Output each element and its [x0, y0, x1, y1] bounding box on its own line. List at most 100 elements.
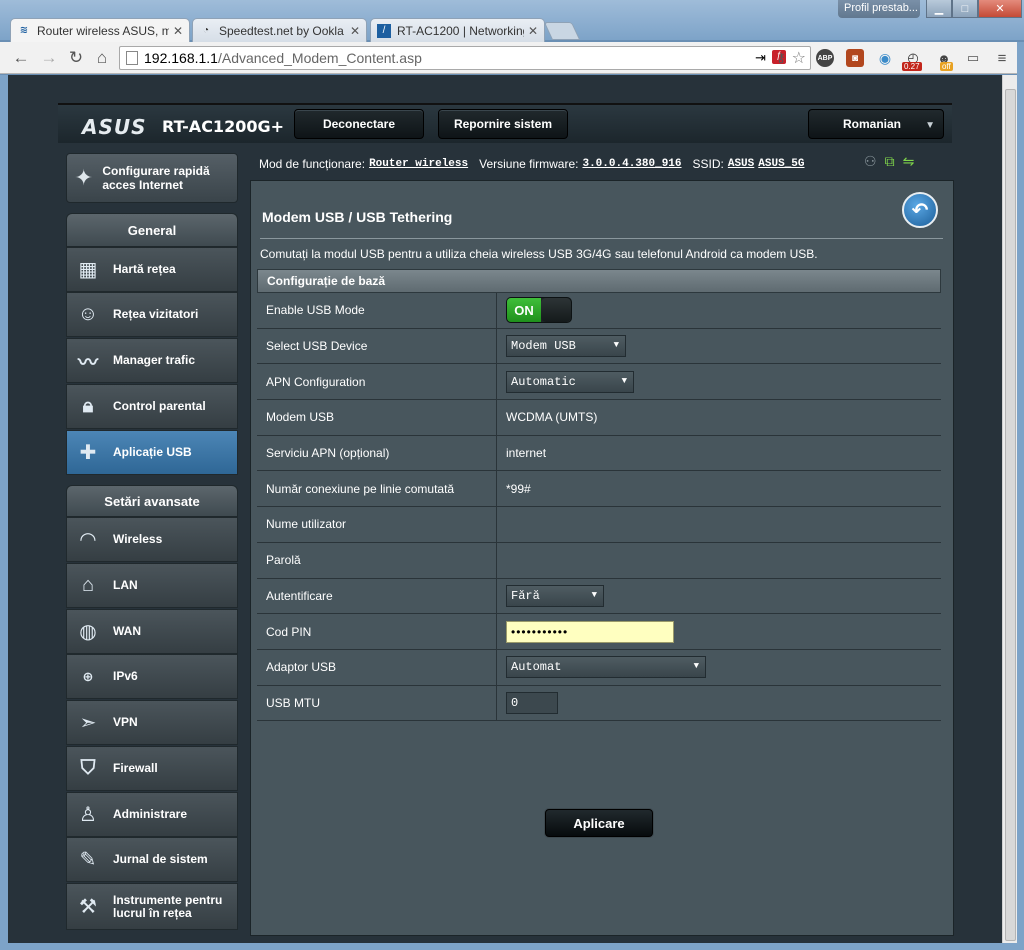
sidebar-item-parental-control[interactable]: 🔒︎ Control parental	[66, 384, 238, 429]
back-button[interactable]: ↶	[902, 192, 938, 228]
camera-icon[interactable]: ◉	[876, 49, 894, 67]
clients-icon[interactable]: ⚇	[864, 153, 877, 170]
close-tab-icon[interactable]: ✕	[350, 24, 360, 38]
title-divider	[260, 238, 943, 239]
cast-icon[interactable]: ▭	[964, 49, 982, 67]
section-header: Configurație de bază	[257, 269, 941, 293]
sidebar-item-guest-network[interactable]: ☺ Rețea vizitatori	[66, 292, 238, 337]
sidebar-item-network-map[interactable]: ▦ Hartă rețea	[66, 247, 238, 292]
sidebar-item-label: LAN	[113, 578, 138, 592]
pin-icon[interactable]: ⇥	[755, 50, 766, 66]
address-bar[interactable]: 192.168.1.1/Advanced_Modem_Content.asp ⇥…	[119, 46, 811, 70]
sidebar-item-network-tools[interactable]: ⚒ Instrumente pentru lucrul în rețea	[66, 883, 238, 930]
minimize-button[interactable]: ▁	[926, 0, 952, 18]
tab-router[interactable]: ≋ Router wireless ASUS, mo ✕	[10, 18, 190, 42]
window-frame-right	[1017, 42, 1024, 950]
quick-internet-setup[interactable]: ✦ Configurare rapidă acces Internet	[66, 153, 238, 203]
chevron-down-icon: ▼	[613, 340, 619, 351]
close-window-button[interactable]: ✕	[978, 0, 1022, 18]
apply-button[interactable]: Aplicare	[545, 809, 653, 837]
reload-icon[interactable]: ↻	[65, 47, 87, 69]
table-row: Adaptor USB Automat ▼	[257, 649, 941, 686]
status-icons: ⚇ ⧉ ⇋	[864, 153, 914, 170]
sidebar-item-vpn[interactable]: ➣ VPN	[66, 700, 238, 745]
ssid-link-5g[interactable]: ASUS_5G	[758, 158, 804, 170]
usb-adapter-select[interactable]: Automat ▼	[506, 656, 706, 679]
status-bar: Mod de funcționare: Router wireless Vers…	[252, 149, 952, 179]
new-tab-button[interactable]	[543, 22, 581, 40]
network-tools-icon: ⚒	[79, 896, 97, 918]
usb-device-select[interactable]: Modem USB ▼	[506, 335, 626, 358]
key-icon[interactable]: ⚷	[772, 49, 790, 67]
usb-status-icon[interactable]: ⇋	[903, 153, 915, 170]
instagram-icon[interactable]: ◙	[846, 49, 864, 67]
close-tab-icon[interactable]: ✕	[173, 24, 183, 38]
close-tab-icon[interactable]: ✕	[528, 24, 538, 38]
operation-mode-link[interactable]: Router wireless	[369, 158, 468, 170]
advanced-section-title: Setări avansate	[66, 485, 238, 517]
ssid-link-24[interactable]: ASUS	[728, 158, 754, 170]
bookmark-star-icon[interactable]: ☆	[792, 48, 806, 68]
sidebar-item-firewall[interactable]: ⛉ Firewall	[66, 746, 238, 791]
enable-usb-mode-toggle[interactable]: ON	[506, 297, 572, 324]
tab-label: RT-AC1200 | Networking |	[397, 23, 524, 38]
pin-code-field[interactable]: •••••••••••	[506, 620, 674, 643]
table-row: Parolă	[257, 542, 941, 579]
sidebar-item-wan[interactable]: ◍ WAN	[66, 609, 238, 654]
sidebar-item-lan[interactable]: ⌂ LAN	[66, 563, 238, 608]
profile-button[interactable]: Profil prestab...	[838, 0, 920, 18]
row-label: Parolă	[257, 542, 497, 578]
sidebar-item-wireless[interactable]: ◠ Wireless	[66, 517, 238, 562]
window-frame-bottom	[0, 943, 1024, 950]
sidebar-item-ipv6[interactable]: ⊕ IPv6	[66, 654, 238, 699]
sidebar-item-label: Wireless	[113, 532, 163, 546]
home-icon[interactable]: ⌂	[91, 47, 113, 69]
url-path: /Advanced_Modem_Content.asp	[217, 50, 422, 66]
administration-icon: ♙	[79, 804, 97, 826]
sidebar-item-administration[interactable]: ♙ Administrare	[66, 792, 238, 837]
usb-mtu-field[interactable]: 0	[506, 691, 558, 714]
apn-configuration-select[interactable]: Automatic ▼	[506, 370, 634, 393]
main-panel: Modem USB / USB Tethering ↶ Comutați la …	[250, 180, 954, 936]
asus-favicon-icon: ≋	[19, 25, 29, 36]
tab-speedtest[interactable]: ◔ Speedtest.net by Ookla - T ✕	[192, 18, 367, 42]
maximize-button[interactable]: □	[952, 0, 978, 18]
menu-icon[interactable]: ≡	[993, 49, 1011, 67]
usb-app-icon: ✚	[79, 442, 97, 464]
sidebar-item-traffic-manager[interactable]: 〰 Manager trafic	[66, 338, 238, 383]
tab-networking[interactable]: / RT-AC1200 | Networking | ✕	[370, 18, 545, 42]
networking-favicon-icon: /	[377, 23, 391, 38]
back-arrow-icon[interactable]: ←	[10, 47, 32, 69]
forward-arrow-icon[interactable]: →	[38, 47, 60, 69]
speed-badge: 0.27	[902, 62, 922, 71]
ipv6-icon: ⊕	[82, 668, 94, 684]
asus-logo[interactable]: ASUS	[82, 115, 147, 139]
authentication-select[interactable]: Fără ▼	[506, 584, 604, 607]
router-header: ASUS RT-AC1200G+ Deconectare Repornire s…	[58, 103, 952, 143]
adblock-plus-icon[interactable]: ABP	[816, 49, 834, 67]
table-row: Enable USB Mode ON	[257, 293, 941, 329]
language-label: Romanian	[843, 117, 902, 131]
sidebar-item-label: Jurnal de sistem	[113, 852, 208, 866]
ssid-label: SSID:	[692, 157, 724, 171]
network-status-icon[interactable]: ⧉	[885, 153, 895, 170]
table-row: Autentificare Fără ▼	[257, 578, 941, 615]
page-scrollbar[interactable]	[1002, 75, 1017, 943]
sidebar-item-usb-app[interactable]: ✚ Aplicație USB	[66, 430, 238, 475]
reboot-button[interactable]: Repornire sistem	[438, 109, 568, 139]
table-row: Modem USB WCDMA (UMTS)	[257, 400, 941, 436]
firmware-link[interactable]: 3.0.0.4.380_916	[582, 158, 681, 170]
logout-button[interactable]: Deconectare	[294, 109, 424, 139]
language-select[interactable]: Romanian ▼	[808, 109, 944, 139]
row-label: USB MTU	[257, 685, 497, 721]
back-arrow-icon: ↶	[911, 199, 929, 222]
browser-toolbar: ← → ↻ ⌂ 192.168.1.1/Advanced_Modem_Conte…	[0, 42, 1024, 74]
apn-service-value: internet	[497, 435, 941, 471]
toggle-on-label: ON	[507, 298, 541, 323]
sidebar-item-system-log[interactable]: ✎ Jurnal de sistem	[66, 837, 238, 882]
row-label: Autentificare	[257, 578, 497, 614]
row-label: Modem USB	[257, 400, 497, 435]
sidebar-item-label: Hartă rețea	[113, 262, 176, 276]
sidebar-item-label: Control parental	[113, 399, 206, 413]
scrollbar-thumb[interactable]	[1005, 89, 1016, 941]
